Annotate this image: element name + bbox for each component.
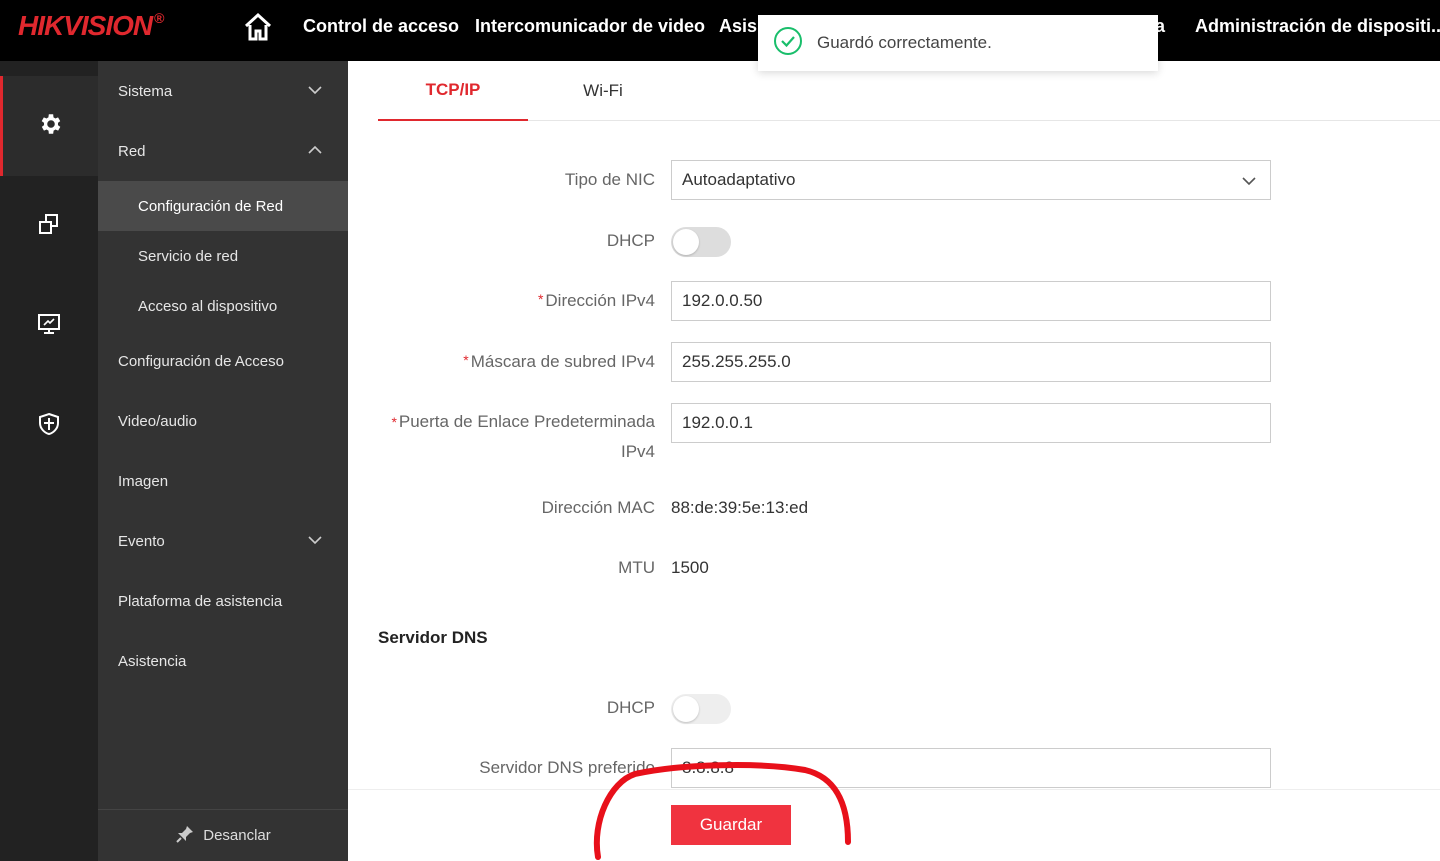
preferred-dns-label: Servidor DNS preferido — [479, 758, 655, 777]
subnet-mask-input[interactable]: 255.255.255.0 — [671, 342, 1271, 382]
icon-rail — [0, 61, 98, 861]
nav-control-de-acceso[interactable]: Control de acceso — [303, 16, 459, 37]
save-button[interactable]: Guardar — [671, 805, 791, 845]
menu-item-configuracion-de-red[interactable]: Configuración de Red — [98, 181, 348, 231]
menu-item-asistencia[interactable]: Asistencia — [98, 636, 348, 686]
mac-label: Dirección MAC — [541, 498, 655, 517]
preferred-dns-input[interactable]: 8.8.8.8 — [671, 748, 1271, 788]
chevron-up-icon — [308, 145, 322, 154]
monitor-icon — [37, 313, 61, 340]
settings-submenu: Sistema Red Configuración de Red Servici… — [98, 61, 348, 861]
dhcp-toggle[interactable] — [671, 227, 731, 257]
chevron-down-icon — [1242, 177, 1256, 186]
toggle-knob — [673, 696, 699, 722]
unpin-button[interactable]: Desanclar — [98, 809, 348, 861]
top-navigation-bar: HIKVISION ® Control de acceso Intercomuni… — [0, 0, 1440, 61]
home-icon[interactable] — [244, 12, 272, 42]
pin-icon — [175, 824, 195, 848]
nic-type-select[interactable]: Autoadaptativo — [671, 160, 1271, 200]
chevron-down-icon — [308, 86, 322, 95]
nic-type-value: Autoadaptativo — [682, 170, 796, 189]
check-circle-icon — [773, 26, 803, 61]
tab-tcpip[interactable]: TCP/IP — [378, 61, 528, 121]
dns-dhcp-toggle[interactable] — [671, 694, 731, 724]
gateway-label: * Puerta de Enlace Predeterminada IPv4 — [391, 412, 655, 461]
gear-icon — [38, 111, 64, 142]
windows-icon — [38, 213, 60, 240]
toast-message: Guardó correctamente. — [817, 33, 992, 52]
nav-administracion-de-dispositivos[interactable]: Administración de dispositi... — [1195, 16, 1440, 37]
success-toast: Guardó correctamente. — [758, 15, 1158, 71]
nic-type-label: Tipo de NIC — [564, 170, 655, 189]
rail-windows[interactable] — [0, 176, 98, 276]
shield-icon — [38, 412, 60, 441]
toggle-knob — [673, 229, 699, 255]
rail-security[interactable] — [0, 376, 98, 476]
menu-item-servicio-de-red[interactable]: Servicio de red — [98, 231, 348, 281]
menu-item-sistema[interactable]: Sistema — [98, 66, 348, 116]
menu-item-label: Red — [118, 142, 146, 160]
rail-monitor[interactable] — [0, 276, 98, 376]
mtu-value: 1500 — [671, 558, 709, 577]
dns-dhcp-label: DHCP — [606, 698, 655, 717]
mac-value: 88:de:39:5e:13:ed — [671, 498, 809, 517]
menu-item-configuracion-de-acceso[interactable]: Configuración de Acceso — [98, 336, 348, 386]
unpin-label: Desanclar — [203, 827, 271, 844]
subnet-mask-label: * Máscara de subred IPv4 — [463, 352, 655, 371]
menu-item-label: Sistema — [118, 82, 173, 100]
chevron-down-icon — [308, 536, 322, 545]
gateway-input[interactable]: 192.0.0.1 — [671, 403, 1271, 443]
tab-wifi[interactable]: Wi-Fi — [528, 61, 678, 121]
nav-intercomunicador-de-video[interactable]: Intercomunicador de video — [475, 16, 705, 37]
menu-item-red[interactable]: Red — [98, 126, 348, 176]
ipv4-address-input[interactable]: 192.0.0.50 — [671, 281, 1271, 321]
menu-item-plataforma-de-asistencia[interactable]: Plataforma de asistencia — [98, 576, 348, 626]
menu-item-evento[interactable]: Evento — [98, 516, 348, 566]
menu-item-imagen[interactable]: Imagen — [98, 456, 348, 506]
ipv4-label: * Dirección IPv4 — [537, 291, 655, 310]
rail-configuration[interactable] — [0, 76, 98, 176]
menu-item-acceso-al-dispositivo[interactable]: Acceso al dispositivo — [98, 281, 348, 331]
menu-item-video-audio[interactable]: Video/audio — [98, 396, 348, 446]
menu-item-label: Evento — [118, 532, 165, 550]
mtu-label: MTU — [618, 558, 655, 577]
hikvision-logo: HIKVISION ® — [18, 10, 165, 41]
form-footer — [348, 789, 1440, 861]
dhcp-label: DHCP — [606, 231, 655, 250]
nav-asistencia[interactable]: Asis — [719, 16, 757, 37]
dns-section-title: Servidor DNS — [378, 628, 488, 647]
